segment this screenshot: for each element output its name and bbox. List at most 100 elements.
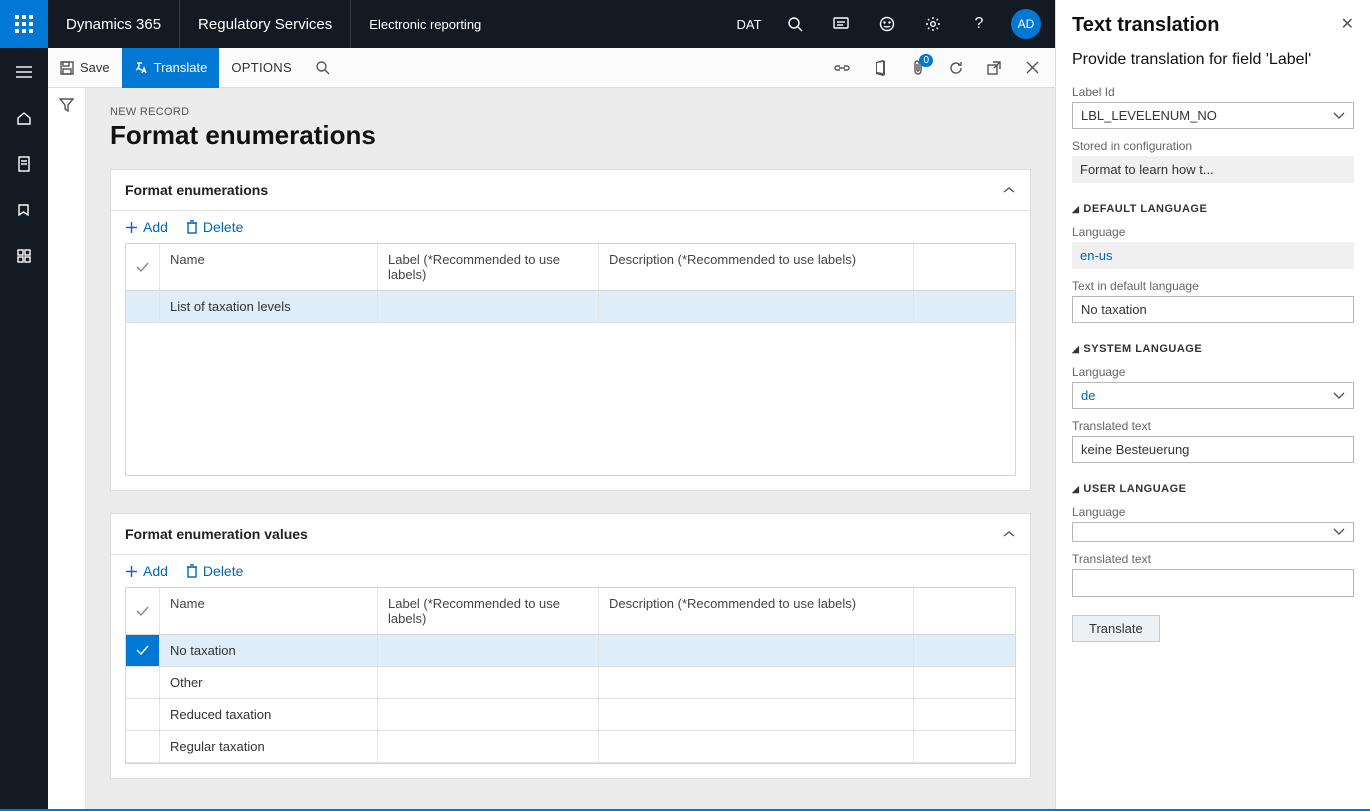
table-row[interactable]: List of taxation levels: [126, 291, 1015, 323]
table-row[interactable]: Other: [126, 667, 1015, 699]
grid-values: Name Label (*Recommended to use labels) …: [125, 587, 1016, 764]
cell-desc[interactable]: [599, 635, 914, 666]
panel-title: Text translation: [1072, 14, 1354, 37]
default-text-input[interactable]: No taxation: [1072, 296, 1354, 323]
delete-label: Delete: [203, 563, 243, 579]
system-text-input[interactable]: keine Besteuerung: [1072, 436, 1354, 463]
add-label: Add: [143, 563, 168, 579]
row-selector[interactable]: [126, 635, 160, 666]
popout-icon[interactable]: [975, 48, 1013, 88]
cell-desc[interactable]: [599, 699, 914, 730]
office-icon[interactable]: [861, 48, 899, 88]
default-lang-value[interactable]: en-us: [1072, 242, 1354, 269]
user-lang-select[interactable]: [1072, 522, 1354, 542]
attachments-badge: 0: [919, 54, 933, 67]
col-label[interactable]: Label (*Recommended to use labels): [378, 588, 599, 634]
recent-icon[interactable]: [0, 146, 48, 182]
cell-name[interactable]: No taxation: [160, 635, 378, 666]
favorites-icon[interactable]: [0, 192, 48, 228]
company-picker[interactable]: DAT: [727, 0, 771, 48]
system-lang-section[interactable]: ◢SYSTEM LANGUAGE: [1072, 343, 1354, 355]
cell-desc[interactable]: [599, 731, 914, 762]
settings-icon[interactable]: [911, 0, 955, 48]
table-row[interactable]: Reduced taxation: [126, 699, 1015, 731]
col-desc[interactable]: Description (*Recommended to use labels): [599, 244, 914, 290]
select-all-checkbox[interactable]: [126, 244, 160, 290]
feedback-icon[interactable]: [865, 0, 909, 48]
cell-name[interactable]: Regular taxation: [160, 731, 378, 762]
save-button[interactable]: Save: [48, 48, 122, 88]
table-row[interactable]: Regular taxation: [126, 731, 1015, 763]
panel-close-icon[interactable]: ✕: [1341, 14, 1354, 34]
user-text-input[interactable]: [1072, 569, 1354, 597]
search-icon[interactable]: [773, 0, 817, 48]
translate-button[interactable]: Translate: [122, 48, 220, 88]
row-selector[interactable]: [126, 699, 160, 730]
cell-label[interactable]: [378, 291, 599, 322]
hamburger-icon[interactable]: [0, 54, 48, 90]
help-icon[interactable]: ?: [957, 0, 1001, 48]
labelid-value: LBL_LEVELENUM_NO: [1081, 108, 1217, 123]
section2-delete-button[interactable]: Delete: [186, 563, 243, 579]
cell-desc[interactable]: [599, 291, 914, 322]
cell-label[interactable]: [378, 667, 599, 698]
translate-action-button[interactable]: Translate: [1072, 615, 1160, 642]
section1-add-button[interactable]: Add: [125, 219, 168, 235]
row-selector[interactable]: [126, 291, 160, 322]
cell-label[interactable]: [378, 699, 599, 730]
section1-header[interactable]: Format enumerations: [111, 170, 1030, 211]
translate-label: Translate: [154, 60, 208, 75]
cell-name[interactable]: Reduced taxation: [160, 699, 378, 730]
user-avatar[interactable]: AD: [1011, 9, 1041, 39]
add-label: Add: [143, 219, 168, 235]
top-bar: Dynamics 365 Regulatory Services Electro…: [0, 0, 1055, 48]
labelid-select[interactable]: LBL_LEVELENUM_NO: [1072, 102, 1354, 129]
filter-pane-toggle[interactable]: [48, 88, 86, 809]
cell-name[interactable]: Other: [160, 667, 378, 698]
home-icon[interactable]: [0, 100, 48, 136]
action-bar: Save Translate OPTIONS 0: [48, 48, 1055, 88]
chevron-up-icon: [1002, 185, 1016, 195]
workspaces-icon[interactable]: [0, 238, 48, 274]
table-row[interactable]: No taxation: [126, 635, 1015, 667]
section2-header[interactable]: Format enumeration values: [111, 514, 1030, 555]
chevron-up-icon: [1002, 529, 1016, 539]
content-area: NEW RECORD Format enumerations Format en…: [86, 88, 1055, 809]
grid-enumerations: Name Label (*Recommended to use labels) …: [125, 243, 1016, 476]
stored-label: Stored in configuration: [1072, 139, 1354, 153]
module[interactable]: Electronic reporting: [351, 0, 499, 48]
select-all-checkbox[interactable]: [126, 588, 160, 634]
breadcrumb: NEW RECORD: [110, 106, 1031, 118]
row-selector[interactable]: [126, 731, 160, 762]
system-lang-select[interactable]: de: [1072, 382, 1354, 409]
section2-add-button[interactable]: Add: [125, 563, 168, 579]
labelid-label: Label Id: [1072, 85, 1354, 99]
cell-label[interactable]: [378, 731, 599, 762]
close-icon[interactable]: [1013, 48, 1051, 88]
options-button[interactable]: OPTIONS: [219, 48, 304, 88]
refresh-icon[interactable]: [937, 48, 975, 88]
default-lang-section[interactable]: ◢DEFAULT LANGUAGE: [1072, 203, 1354, 215]
user-lang-section[interactable]: ◢USER LANGUAGE: [1072, 483, 1354, 495]
cell-label[interactable]: [378, 635, 599, 666]
save-label: Save: [80, 60, 110, 75]
cell-desc[interactable]: [599, 667, 914, 698]
messages-icon[interactable]: [819, 0, 863, 48]
actionbar-search-icon[interactable]: [304, 60, 342, 75]
brand[interactable]: Dynamics 365: [48, 0, 180, 48]
app-launcher[interactable]: [0, 0, 48, 48]
col-desc[interactable]: Description (*Recommended to use labels): [599, 588, 914, 634]
attachments-icon[interactable]: 0: [899, 48, 937, 88]
delete-label: Delete: [203, 219, 243, 235]
area[interactable]: Regulatory Services: [180, 0, 351, 48]
cell-name[interactable]: List of taxation levels: [160, 291, 378, 322]
panel-subtitle: Provide translation for field 'Label': [1072, 51, 1354, 69]
col-label[interactable]: Label (*Recommended to use labels): [378, 244, 599, 290]
section-enumeration-values: Format enumeration values Add: [110, 513, 1031, 779]
link-icon[interactable]: [823, 48, 861, 88]
col-name[interactable]: Name: [160, 588, 378, 634]
col-name[interactable]: Name: [160, 244, 378, 290]
translation-panel: ✕ Text translation Provide translation f…: [1055, 0, 1370, 809]
section1-delete-button[interactable]: Delete: [186, 219, 243, 235]
row-selector[interactable]: [126, 667, 160, 698]
